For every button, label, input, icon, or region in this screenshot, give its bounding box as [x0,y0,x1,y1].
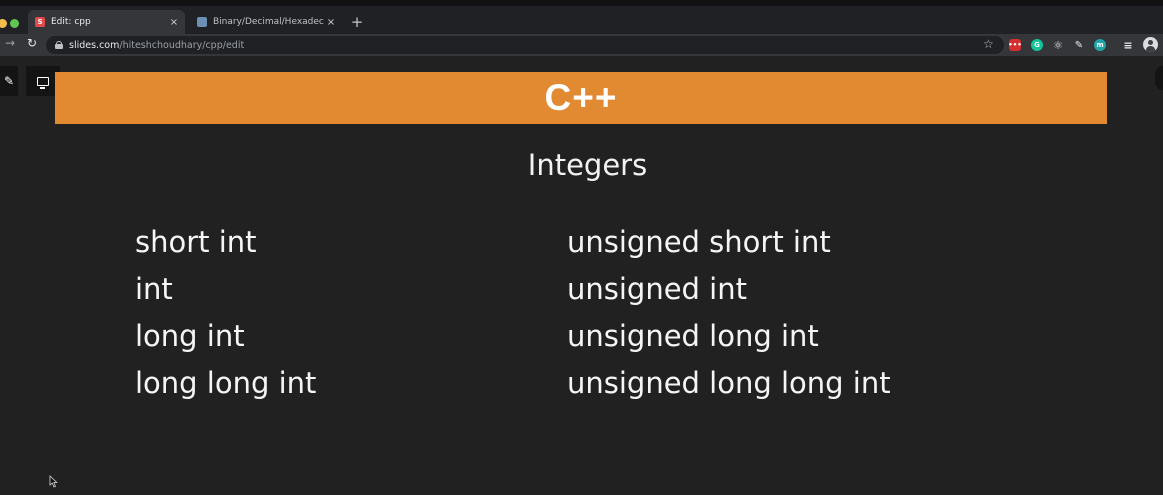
extension-m-icon[interactable]: m [1094,39,1106,51]
unsigned-types-column: unsigned short int unsigned int unsigned… [567,222,891,410]
url-host: slides.com [69,39,120,51]
edit-pencil-icon[interactable]: ✎ [0,66,18,96]
slide-subtitle: Integers [527,148,648,182]
type-item: unsigned int [567,272,747,306]
type-item: unsigned long long int [567,366,891,400]
grammarly-extension-icon[interactable]: G [1031,39,1043,51]
close-tab-icon[interactable]: × [324,17,338,28]
tab-binary-decimal-hex[interactable]: Binary/Decimal/Hexadecimal C × [190,10,342,34]
tab-edit-cpp[interactable]: S Edit: cpp × [28,10,185,34]
type-item: long long int [135,366,317,400]
pen-extension-icon[interactable]: ✎ [1073,39,1085,51]
new-tab-button[interactable]: + [349,13,365,31]
maximize-window-button[interactable] [10,19,19,28]
slide-header-banner: C++ [55,72,1107,124]
type-item: short int [135,225,257,259]
type-item: unsigned long int [567,319,819,353]
tab-title: Edit: cpp [51,17,91,27]
bookmark-star-icon[interactable]: ☆ [983,37,994,51]
react-devtools-extension-icon[interactable]: ⚛ [1052,39,1064,52]
converter-favicon-icon [197,17,207,27]
reload-icon[interactable]: ↻ [24,36,40,50]
type-item: long int [135,319,245,353]
slide-subtitle-wrap: Integers [0,148,1163,182]
tab-title: Binary/Decimal/Hexadecimal C [213,17,324,27]
address-bar[interactable]: slides.com/hiteshchoudhary/cpp/edit [46,36,1004,54]
browser-toolbar: → ↻ slides.com/hiteshchoudhary/cpp/edit … [0,34,1163,56]
url-path: /hiteshchoudhary/cpp/edit [119,39,245,51]
lock-icon [55,41,63,49]
type-item: int [135,272,173,306]
browser-tab-bar: S Edit: cpp × Binary/Decimal/Hexadecimal… [0,6,1163,34]
slides-favicon-icon: S [35,17,45,27]
slide-title: C++ [544,77,618,118]
monitor-icon [37,76,49,89]
signed-types-column: short int int long int long long int [135,222,316,410]
reading-list-icon[interactable]: ≡ [1122,39,1134,52]
lastpass-extension-icon[interactable]: ••• [1008,39,1022,51]
type-item: unsigned short int [567,225,831,259]
minimize-window-button[interactable] [0,19,7,28]
side-panel-toggle[interactable] [1155,66,1163,90]
forward-arrow-icon[interactable]: → [2,36,18,50]
profile-avatar[interactable] [1143,37,1158,52]
close-tab-icon[interactable]: × [167,17,181,28]
